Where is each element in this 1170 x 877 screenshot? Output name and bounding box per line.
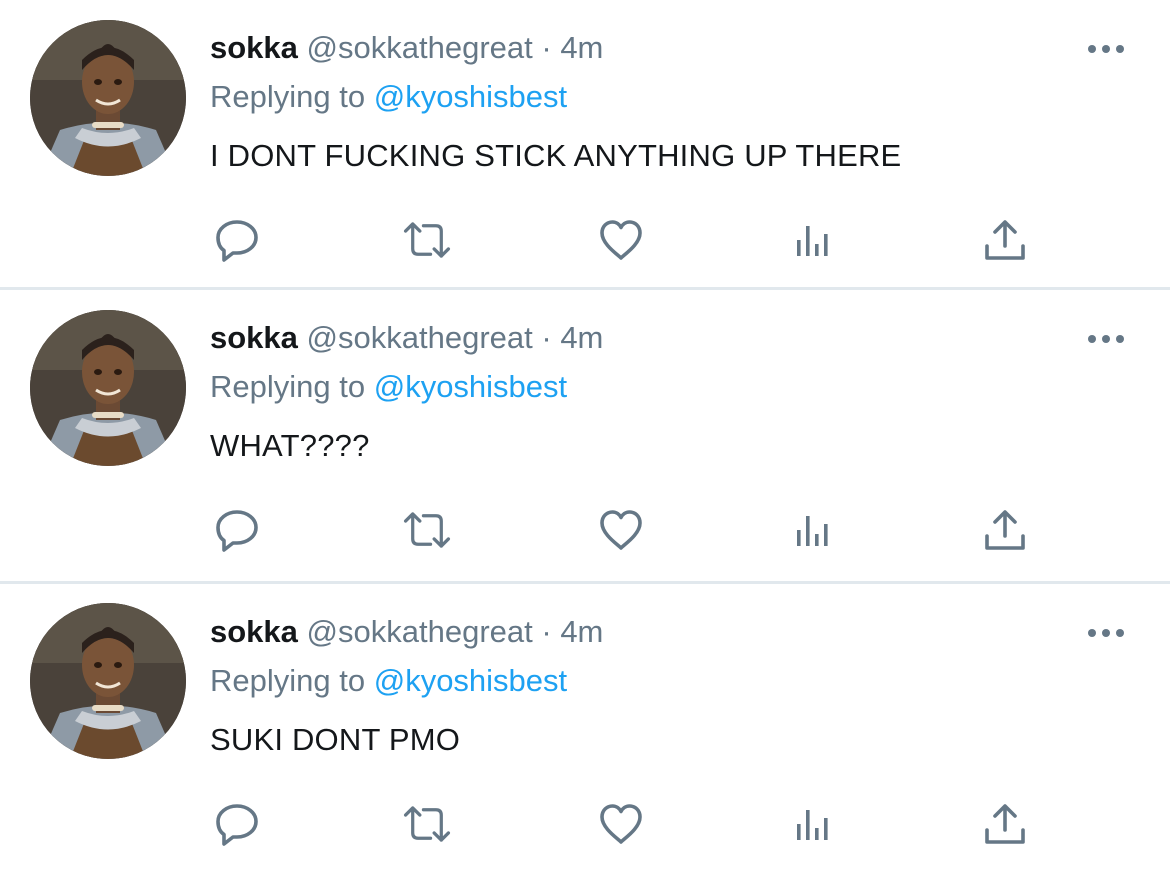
analytics-button[interactable]	[788, 215, 838, 265]
display-name[interactable]: sokka	[210, 320, 298, 355]
share-button[interactable]	[980, 505, 1030, 555]
analytics-button[interactable]	[788, 799, 838, 849]
user-handle[interactable]: @sokkathegreat	[307, 614, 533, 649]
separator-dot: ·	[541, 30, 552, 65]
share-button[interactable]	[980, 799, 1030, 849]
tweet[interactable]: sokka @sokkathegreat · 4m Replying to @k…	[0, 290, 1170, 584]
reply-icon	[216, 804, 258, 846]
reply-icon	[216, 220, 258, 262]
more-icon[interactable]	[1086, 334, 1126, 344]
tweet-content: sokka @sokkathegreat · 4m Replying to @k…	[210, 316, 1130, 468]
tweet-feed: sokka @sokkathegreat · 4m Replying to @k…	[0, 0, 1170, 877]
retweet-button[interactable]	[402, 505, 452, 555]
reply-icon	[216, 510, 258, 552]
avatar-image	[30, 20, 186, 176]
replying-to: Replying to @kyoshisbest	[210, 75, 1130, 119]
tweet-content: sokka @sokkathegreat · 4m Replying to @k…	[210, 26, 1130, 178]
user-handle[interactable]: @sokkathegreat	[307, 30, 533, 65]
timestamp[interactable]: 4m	[560, 320, 603, 355]
heart-icon	[600, 220, 642, 260]
tweet-actions	[212, 215, 1042, 265]
analytics-icon	[797, 516, 828, 546]
separator-dot: ·	[541, 320, 552, 355]
replying-prefix: Replying to	[210, 663, 366, 698]
tweet-actions	[212, 799, 1042, 849]
share-icon	[985, 804, 1025, 844]
tweet-content: sokka @sokkathegreat · 4m Replying to @k…	[210, 610, 1130, 762]
tweet-text: SUKI DONT PMO	[210, 722, 461, 757]
analytics-icon	[797, 226, 828, 256]
tweet-text: I DONT FUCKING STICK ANYTHING UP THERE	[210, 138, 902, 173]
user-handle[interactable]: @sokkathegreat	[307, 320, 533, 355]
more-icon[interactable]	[1086, 628, 1126, 638]
share-icon	[985, 510, 1025, 550]
replying-to: Replying to @kyoshisbest	[210, 659, 1130, 703]
avatar-image	[30, 310, 186, 466]
like-button[interactable]	[596, 505, 646, 555]
timestamp[interactable]: 4m	[560, 30, 603, 65]
reply-button[interactable]	[212, 799, 262, 849]
retweet-icon	[403, 222, 451, 258]
retweet-button[interactable]	[402, 799, 452, 849]
analytics-button[interactable]	[788, 505, 838, 555]
replying-to-handle[interactable]: @kyoshisbest	[374, 79, 567, 114]
display-name[interactable]: sokka	[210, 614, 298, 649]
display-name[interactable]: sokka	[210, 30, 298, 65]
heart-icon	[600, 510, 642, 550]
share-button[interactable]	[980, 215, 1030, 265]
heart-icon	[600, 804, 642, 844]
like-button[interactable]	[596, 799, 646, 849]
timestamp[interactable]: 4m	[560, 614, 603, 649]
tweet-actions	[212, 505, 1042, 555]
replying-prefix: Replying to	[210, 369, 366, 404]
replying-prefix: Replying to	[210, 79, 366, 114]
tweet[interactable]: sokka @sokkathegreat · 4m Replying to @k…	[0, 0, 1170, 290]
like-button[interactable]	[596, 215, 646, 265]
tweet-text: WHAT????	[210, 428, 370, 463]
replying-to-handle[interactable]: @kyoshisbest	[374, 369, 567, 404]
avatar[interactable]	[30, 603, 186, 759]
avatar[interactable]	[30, 310, 186, 466]
retweet-button[interactable]	[402, 215, 452, 265]
share-icon	[985, 220, 1025, 260]
more-icon[interactable]	[1086, 44, 1126, 54]
replying-to: Replying to @kyoshisbest	[210, 365, 1130, 409]
retweet-icon	[403, 512, 451, 548]
avatar[interactable]	[30, 20, 186, 176]
tweet-header: sokka @sokkathegreat · 4m	[210, 26, 1130, 70]
avatar-image	[30, 603, 186, 759]
tweet-header: sokka @sokkathegreat · 4m	[210, 610, 1130, 654]
tweet[interactable]: sokka @sokkathegreat · 4m Replying to @k…	[0, 584, 1170, 877]
tweet-header: sokka @sokkathegreat · 4m	[210, 316, 1130, 360]
analytics-icon	[797, 810, 828, 840]
reply-button[interactable]	[212, 215, 262, 265]
retweet-icon	[403, 806, 451, 842]
replying-to-handle[interactable]: @kyoshisbest	[374, 663, 567, 698]
reply-button[interactable]	[212, 505, 262, 555]
separator-dot: ·	[541, 614, 552, 649]
